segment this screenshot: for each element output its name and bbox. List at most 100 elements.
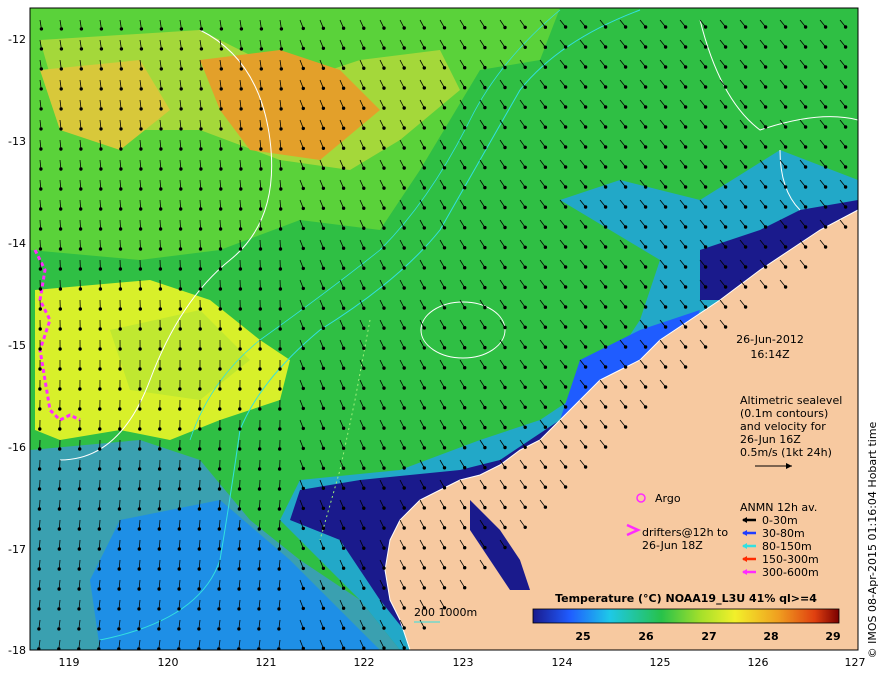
velocity-arrow-head — [39, 27, 44, 31]
velocity-arrow-head — [119, 127, 123, 131]
velocity-arrow-head — [743, 225, 748, 229]
velocity-arrow-head — [683, 85, 688, 89]
velocity-arrow-head — [382, 446, 386, 450]
velocity-arrow-head — [179, 167, 183, 171]
velocity-arrow-head — [257, 487, 262, 491]
velocity-arrow-head — [663, 165, 668, 169]
velocity-arrow-head — [503, 305, 507, 310]
velocity-arrow-head — [523, 405, 527, 409]
velocity-arrow-head — [623, 165, 628, 169]
velocity-arrow-head — [603, 125, 608, 129]
velocity-arrow-head — [422, 166, 426, 170]
velocity-arrow-head — [321, 426, 326, 430]
velocity-arrow-head — [278, 287, 283, 291]
velocity-arrow-head — [402, 66, 406, 70]
velocity-arrow-head — [843, 45, 848, 49]
velocity-arrow-head — [38, 407, 42, 411]
velocity-arrow-head — [301, 446, 305, 451]
velocity-arrow-head — [301, 26, 305, 31]
velocity-arrow-head — [783, 225, 788, 229]
velocity-arrow-head — [583, 325, 588, 329]
velocity-arrow-head — [442, 46, 447, 50]
velocity-arrow-head — [99, 167, 103, 171]
velocity-arrow-head — [37, 487, 42, 491]
velocity-arrow-head — [362, 386, 366, 390]
velocity-arrow-head — [321, 166, 326, 171]
velocity-arrow-head — [321, 286, 326, 290]
velocity-arrow-head — [257, 547, 261, 551]
velocity-arrow-head — [723, 325, 728, 329]
velocity-arrow-head — [442, 486, 447, 490]
velocity-arrow-head — [218, 347, 222, 351]
velocity-arrow-head — [483, 45, 487, 50]
velocity-arrow-head — [402, 326, 406, 330]
velocity-arrow-head — [198, 227, 203, 231]
velocity-arrow-head — [278, 307, 282, 311]
velocity-arrow-head — [843, 25, 848, 29]
velocity-arrow-head — [321, 46, 326, 50]
velocity-arrow-head — [159, 207, 163, 211]
velocity-arrow-head — [157, 467, 162, 471]
velocity-arrow-head — [623, 345, 628, 349]
velocity-arrow-head — [463, 86, 467, 90]
velocity-arrow-head — [59, 87, 63, 91]
velocity-arrow-head — [543, 405, 548, 409]
velocity-arrow-head — [341, 26, 346, 30]
velocity-arrow-head — [218, 447, 222, 451]
velocity-arrow-head — [683, 265, 688, 269]
velocity-arrow-head — [422, 286, 426, 290]
velocity-arrow-head — [78, 407, 82, 411]
velocity-arrow-head — [803, 145, 808, 149]
velocity-arrow-head — [783, 105, 788, 109]
velocity-arrow-head — [341, 466, 346, 470]
velocity-arrow-head — [402, 286, 406, 290]
velocity-arrow-head — [703, 265, 708, 269]
velocity-arrow-head — [301, 506, 305, 511]
velocity-arrow-head — [402, 46, 406, 50]
velocity-arrow-head — [803, 205, 808, 209]
velocity-arrow-head — [277, 627, 281, 631]
velocity-arrow-head — [442, 526, 447, 530]
velocity-arrow-head — [563, 25, 568, 29]
velocity-arrow-head — [157, 547, 162, 551]
velocity-arrow-head — [199, 147, 203, 151]
velocity-arrow-head — [158, 407, 162, 411]
velocity-arrow-head — [341, 306, 346, 310]
velocity-arrow-head — [422, 586, 426, 590]
velocity-arrow-head — [179, 87, 183, 91]
velocity-arrow-head — [463, 406, 467, 410]
velocity-arrow-head — [422, 546, 426, 550]
velocity-arrow-head — [239, 67, 244, 71]
velocity-arrow-head — [483, 65, 487, 70]
velocity-arrow-head — [643, 205, 648, 209]
velocity-arrow-head — [97, 627, 101, 631]
velocity-arrow-head — [362, 446, 366, 450]
velocity-arrow-head — [341, 426, 346, 430]
velocity-arrow-head — [803, 105, 808, 109]
velocity-arrow-head — [321, 386, 326, 390]
velocity-arrow-head — [503, 265, 507, 270]
velocity-arrow-head — [239, 27, 244, 31]
sst-field — [30, 8, 858, 650]
velocity-arrow-head — [382, 226, 386, 230]
velocity-arrow-head — [683, 205, 688, 209]
velocity-arrow-head — [843, 205, 848, 209]
velocity-arrow-head — [279, 67, 283, 71]
velocity-arrow-head — [301, 306, 305, 311]
velocity-arrow-head — [58, 327, 62, 331]
velocity-arrow-head — [483, 185, 487, 190]
velocity-arrow-head — [663, 265, 668, 269]
velocity-arrow-head — [177, 547, 182, 551]
lon-tick: 120 — [158, 656, 179, 669]
velocity-arrow-head — [98, 407, 102, 411]
velocity-arrow-head — [301, 286, 305, 291]
velocity-arrow-head — [683, 105, 688, 109]
velocity-arrow-head — [279, 207, 283, 211]
velocity-arrow-head — [199, 87, 203, 91]
velocity-arrow-head — [723, 305, 728, 309]
velocity-arrow-head — [159, 67, 164, 71]
velocity-arrow-head — [583, 65, 588, 69]
velocity-arrow-head — [118, 227, 123, 231]
velocity-arrow-head — [623, 85, 628, 89]
velocity-arrow-head — [38, 327, 42, 331]
